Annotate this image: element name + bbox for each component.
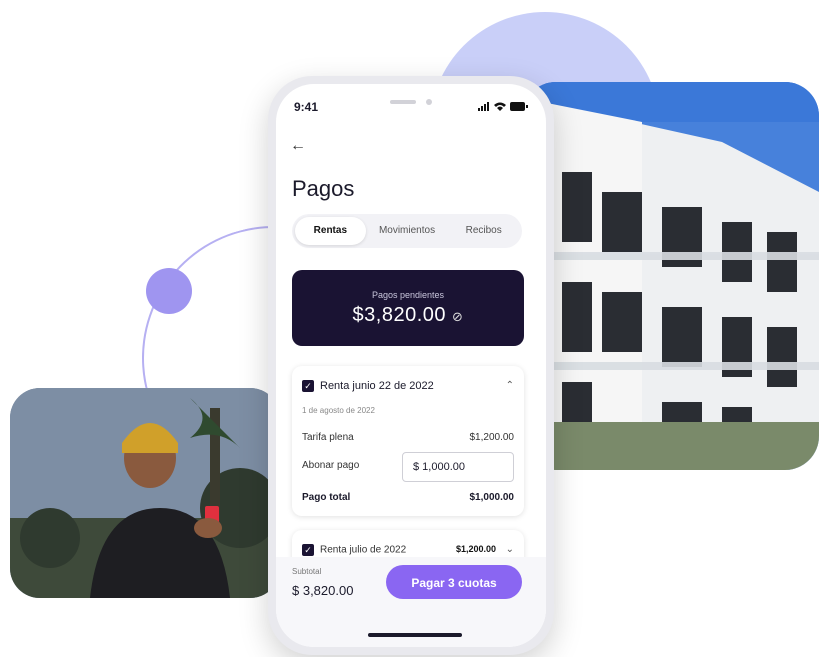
tarifa-value: $1,200.00 bbox=[469, 432, 515, 443]
tab-movimientos[interactable]: Movimientos bbox=[372, 217, 443, 245]
woman-photo bbox=[10, 388, 280, 598]
tab-rentas[interactable]: Rentas bbox=[295, 217, 366, 245]
pay-button[interactable]: Pagar 3 cuotas bbox=[386, 565, 522, 599]
battery-icon bbox=[510, 102, 528, 111]
eye-slash-icon[interactable]: ⊘ bbox=[452, 309, 463, 324]
checkbox-icon[interactable]: ✓ bbox=[302, 544, 314, 556]
subtotal-value: $ 3,820.00 bbox=[292, 583, 354, 598]
subtotal-label: Subtotal bbox=[292, 567, 322, 576]
abonar-label: Abonar pago bbox=[302, 460, 360, 471]
balance-amount: $3,820.00 bbox=[352, 304, 447, 326]
building-photo bbox=[522, 82, 819, 470]
tab-recibos[interactable]: Recibos bbox=[448, 217, 519, 245]
rent-card-june: ✓ Renta junio 22 de 2022 ⌃ 1 de agosto de… bbox=[292, 366, 524, 516]
total-label: Pago total bbox=[302, 492, 351, 503]
checkbox-icon[interactable]: ✓ bbox=[302, 380, 314, 393]
rent-title: Renta junio 22 de 2022 bbox=[320, 380, 434, 392]
abonar-input[interactable]: $ 1,000.00 bbox=[402, 452, 514, 482]
back-arrow-icon[interactable]: ← bbox=[290, 136, 310, 156]
chevron-up-icon[interactable]: ⌃ bbox=[506, 380, 514, 391]
pending-balance-card: Pagos pendientes $3,820.00 ⊘ bbox=[292, 270, 524, 346]
wifi-icon bbox=[494, 102, 506, 111]
phone-mockup: 9:41 ← Pagos Rentas Movimientos Recibos … bbox=[268, 76, 554, 655]
dynamic-island bbox=[386, 96, 436, 110]
rent-amount: $1,200.00 bbox=[455, 544, 496, 554]
tarifa-label: Tarifa plena bbox=[302, 432, 354, 443]
page-title: Pagos bbox=[292, 176, 355, 201]
checkout-bar: Subtotal $ 3,820.00 Pagar 3 cuotas bbox=[276, 557, 546, 647]
rent-title: Renta julio de 2022 bbox=[320, 544, 407, 556]
decorative-dot bbox=[146, 268, 192, 314]
due-date: 1 de agosto de 2022 bbox=[302, 406, 375, 415]
chevron-down-icon[interactable]: ⌄ bbox=[506, 544, 514, 555]
balance-label: Pagos pendientes bbox=[371, 290, 445, 300]
phone-screen: 9:41 ← Pagos Rentas Movimientos Recibos … bbox=[276, 84, 546, 647]
total-value: $1,000.00 bbox=[469, 492, 515, 503]
status-time: 9:41 bbox=[294, 100, 319, 114]
tab-bar: Rentas Movimientos Recibos bbox=[292, 214, 522, 248]
signal-icon bbox=[478, 102, 489, 111]
home-indicator bbox=[368, 633, 462, 637]
